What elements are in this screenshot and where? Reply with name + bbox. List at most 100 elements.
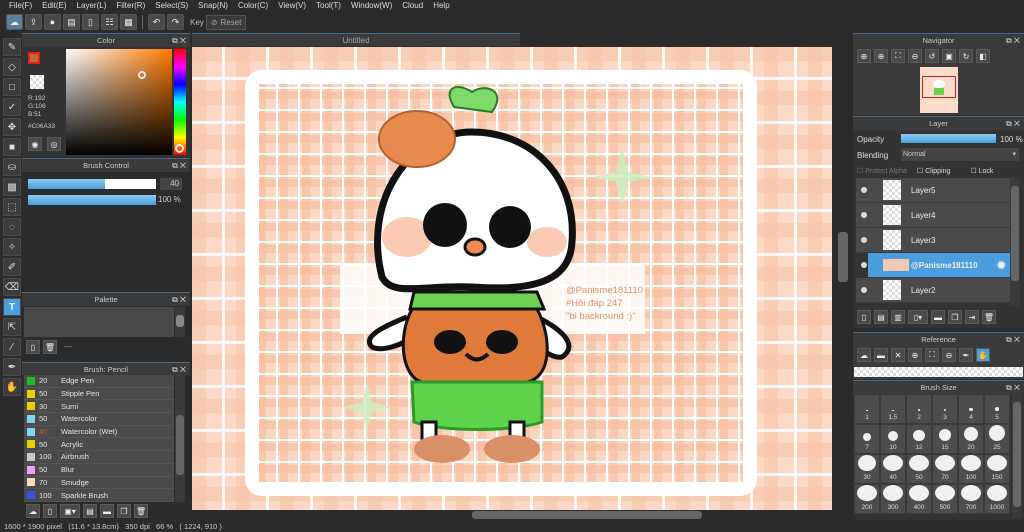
delete-palette-icon[interactable]: 🗑 — [43, 340, 57, 354]
brush-item[interactable]: 100 Sparkle Brush — [24, 489, 174, 502]
layer-folder-icon[interactable]: ▬ — [931, 310, 945, 324]
layer-item[interactable]: Layer4 — [856, 203, 1010, 228]
fit-icon[interactable]: ⛶ — [891, 49, 905, 63]
foreground-color-swatch[interactable] — [28, 52, 40, 64]
new-palette-icon[interactable]: ▯ — [26, 340, 40, 354]
grid-icon[interactable]: ▦ — [120, 14, 137, 30]
fill-rect-tool[interactable]: ■ — [3, 138, 21, 156]
brush-size-cell[interactable]: 1000 — [984, 484, 1010, 514]
select-pen-2-tool[interactable]: ✐ — [3, 258, 21, 276]
brush-item[interactable]: 30 Sumi — [24, 400, 174, 414]
ref-zoom-out-icon[interactable]: ⊖ — [942, 348, 956, 362]
brush-size-cell[interactable]: 7 — [854, 424, 880, 454]
menu-color[interactable]: Color(C) — [233, 0, 273, 12]
brush-size-cell[interactable]: 30 — [854, 454, 880, 484]
layer-item[interactable]: Layer3 — [856, 228, 1010, 253]
visibility-icon[interactable] — [861, 262, 867, 268]
add-layer-dropdown-icon[interactable]: ▯▾ — [908, 310, 928, 324]
brush-item[interactable]: 40 Watercolor (Wet) — [24, 425, 174, 439]
brush-size-cell[interactable]: 40 — [880, 454, 906, 484]
operation-tool[interactable]: ⇱ — [3, 318, 21, 336]
brush-size-cell[interactable]: 50 — [906, 454, 932, 484]
new-brush-icon[interactable]: ▯ — [43, 504, 57, 518]
ref-zoom-in-icon[interactable]: ⊕ — [908, 348, 922, 362]
bucket-tool[interactable]: ⛀ — [3, 158, 21, 176]
select-pen-tool[interactable]: ✓ — [3, 98, 21, 116]
page-icon[interactable]: ▯ — [82, 14, 99, 30]
menu-window[interactable]: Window(W) — [346, 0, 397, 12]
brush-size-cell[interactable]: 500 — [932, 484, 958, 514]
reset-button[interactable]: ⊘ Reset — [205, 14, 247, 30]
reference-image-area[interactable] — [854, 367, 1023, 377]
gradient-tool[interactable]: ▩ — [3, 178, 21, 196]
brush-size-cell[interactable]: 3 — [932, 394, 958, 424]
ref-hand-icon[interactable]: ✋ — [976, 348, 990, 362]
close-reference-icon[interactable]: ✕ — [891, 348, 905, 362]
picker-handle[interactable] — [138, 71, 146, 79]
blending-select[interactable]: Normal ▾ — [901, 148, 1019, 161]
brush-size-cell[interactable]: 300 — [880, 484, 906, 514]
menu-help[interactable]: Help — [428, 0, 454, 12]
palette-icon[interactable]: ◉ — [28, 137, 42, 151]
mirror-icon[interactable]: ◧ — [976, 49, 990, 63]
brush-item[interactable]: 50 Watercolor — [24, 413, 174, 426]
brush-size-value[interactable]: 40 — [160, 178, 182, 190]
panel-close-icon[interactable]: ⧉ ✕ — [172, 293, 186, 307]
menu-file[interactable]: File(F) — [4, 0, 37, 12]
document-tab[interactable]: Untitled — [192, 33, 520, 46]
menu-filter[interactable]: Filter(R) — [111, 0, 150, 12]
saturation-value-picker[interactable] — [66, 49, 172, 155]
color-wheel-icon[interactable]: ◎ — [47, 137, 61, 151]
palette-scrollbar[interactable] — [175, 307, 185, 337]
clipping-checkbox[interactable]: ☐ Clipping — [917, 167, 951, 175]
visibility-icon[interactable] — [861, 212, 867, 218]
folder-icon[interactable]: ▬ — [100, 504, 114, 518]
hue-slider[interactable] — [174, 49, 186, 155]
comment-icon[interactable]: ● — [44, 14, 61, 30]
brush-size-cell[interactable]: 400 — [906, 484, 932, 514]
cloud-icon[interactable]: ☁ — [6, 14, 23, 30]
eyedropper-tool[interactable]: ✒ — [3, 358, 21, 376]
brush-item[interactable]: 100 Airbrush — [24, 451, 174, 464]
navigator-preview[interactable] — [920, 67, 958, 113]
brush-size-cell[interactable]: 1 — [854, 394, 880, 424]
brush-size-cell[interactable]: 12 — [906, 424, 932, 454]
canvas[interactable]: @Panisme181110 #Hỏi đáp 247 "bi backroun… — [192, 47, 832, 510]
transparent-swatch[interactable] — [30, 75, 44, 89]
lasso-tool[interactable]: ◌ — [3, 218, 21, 236]
vertical-scrollbar[interactable] — [836, 47, 850, 510]
menu-cloud[interactable]: Cloud — [397, 0, 428, 12]
brush-item[interactable]: 20 Edge Pen — [24, 375, 174, 388]
visibility-icon[interactable] — [861, 187, 867, 193]
eraser-tool[interactable]: ◇ — [3, 58, 21, 76]
panel-close-icon[interactable]: ⧉ ✕ — [1006, 333, 1020, 347]
brush-item[interactable]: 50 Blur — [24, 463, 174, 477]
layer-item[interactable]: Layer2 — [856, 278, 1010, 303]
brush-size-slider[interactable] — [28, 179, 156, 189]
layer-settings-gear-icon[interactable]: ✹ — [997, 259, 1006, 272]
panel-close-icon[interactable]: ⧉ ✕ — [172, 159, 186, 173]
open-reference-icon[interactable]: ▬ — [874, 348, 888, 362]
brush-tool[interactable]: ✎ — [3, 38, 21, 56]
text-tool[interactable]: T — [3, 298, 21, 316]
magic-wand-tool[interactable]: ✧ — [3, 238, 21, 256]
page-list-icon[interactable]: ☷ — [101, 14, 118, 30]
lock-checkbox[interactable]: ☐ Lock — [970, 167, 993, 175]
divide-tool[interactable]: ⁄ — [3, 338, 21, 356]
canvas-text[interactable]: @Panisme181110 #Hỏi đáp 247 "bi backroun… — [566, 284, 643, 323]
brush-item[interactable]: 70 Smudge — [24, 476, 174, 490]
menu-layer[interactable]: Layer(L) — [72, 0, 112, 12]
layer-item[interactable]: Layer5 — [856, 178, 1010, 203]
zoom-out-icon[interactable]: ⊖ — [908, 49, 922, 63]
horizontal-scrollbar[interactable] — [192, 510, 832, 520]
brush-size-scrollbar[interactable] — [1012, 394, 1022, 518]
layer-opacity-slider[interactable] — [901, 134, 996, 143]
visibility-icon[interactable] — [861, 287, 867, 293]
menu-snap[interactable]: Snap(N) — [193, 0, 233, 12]
brush-size-cell[interactable]: 1.5 — [880, 394, 906, 424]
brush-size-cell[interactable]: 15 — [932, 424, 958, 454]
redo-button[interactable]: ↷ — [167, 14, 184, 30]
zoom-actual-icon[interactable]: ⊕ — [857, 49, 871, 63]
ref-fit-icon[interactable]: ⛶ — [925, 348, 939, 362]
brush-size-cell[interactable]: 100 — [958, 454, 984, 484]
